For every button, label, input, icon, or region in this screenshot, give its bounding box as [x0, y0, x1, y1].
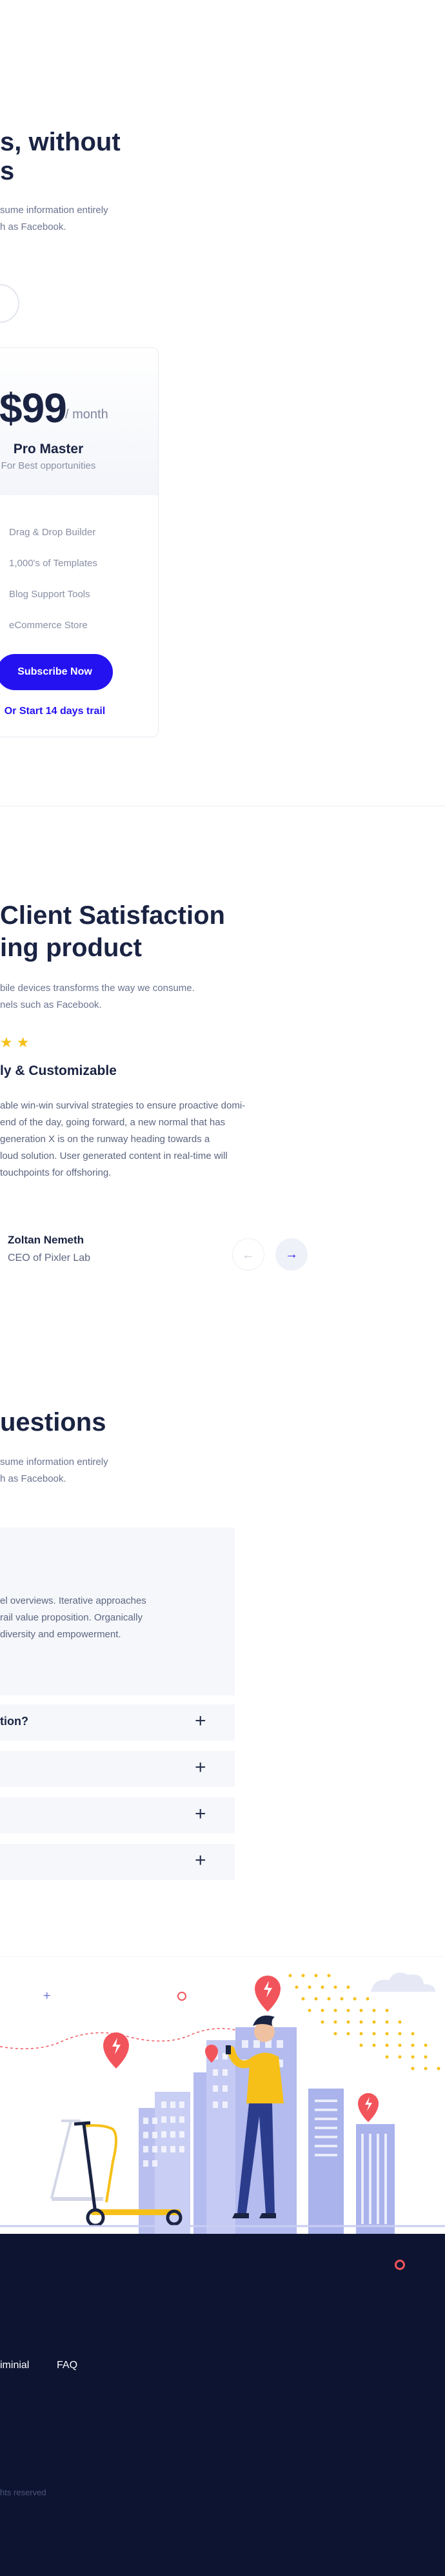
pricing-heading-line2: s	[0, 157, 15, 185]
copyright-text: hts reserved	[0, 2488, 46, 2497]
author-role: CEO of Pixler Lab	[8, 1252, 91, 1263]
faq-item[interactable]: +	[0, 1844, 235, 1880]
footer-link[interactable]: iminial	[0, 2360, 29, 2371]
faq-item[interactable]: +	[0, 1751, 235, 1787]
plan-price: $99	[0, 385, 67, 431]
start-trial-link[interactable]: Or Start 14 days trail	[0, 706, 113, 717]
pricing-subtitle-line2: h as Facebook.	[0, 221, 66, 232]
faq-open-answer: el overviews. Iterative approaches rail …	[0, 1593, 193, 1643]
faq-answer-line: el overviews. Iterative approaches	[0, 1595, 146, 1606]
next-arrow-icon[interactable]: →	[275, 1238, 308, 1271]
testimonial-body-line: loud solution. User generated content in…	[0, 1150, 228, 1161]
plan-feature: Drag & Drop Builder	[9, 527, 96, 538]
ring-icon	[395, 2260, 405, 2270]
faq-question: tion?	[0, 1715, 28, 1728]
testimonial-body: able win-win survival strategies to ensu…	[0, 1098, 303, 1181]
faq-subtitle-line2: h as Facebook.	[0, 1473, 66, 1484]
footer: iminial FAQ hts reserved	[0, 2234, 445, 2576]
plan-feature: 1,000's of Templates	[9, 558, 97, 569]
faq-item[interactable]: +	[0, 1797, 235, 1834]
billing-toggle[interactable]	[0, 284, 19, 323]
plan-feature: eCommerce Store	[9, 620, 88, 631]
faq-heading: uestions	[0, 1408, 106, 1436]
testimonial-subtitle-line2: nels such as Facebook.	[0, 999, 102, 1010]
testimonial-body-line: generation X is on the runway heading to…	[0, 1134, 210, 1145]
pricing-heading-line1: s, without	[0, 128, 121, 156]
testimonial-subtitle-line1: bile devices transforms the way we consu…	[0, 983, 195, 994]
testimonial-body-line: touchpoints for offshoring.	[0, 1167, 112, 1178]
subscribe-button[interactable]: Subscribe Now	[0, 654, 113, 690]
plan-subtitle: For Best opportunities	[1, 460, 96, 471]
svg-text:+: +	[43, 1989, 51, 2001]
plus-icon[interactable]: +	[195, 1757, 206, 1778]
testimonial-body-line: end of the day, going forward, a new nor…	[0, 1117, 226, 1128]
footer-link-faq[interactable]: FAQ	[57, 2360, 77, 2371]
faq-subtitle-line1: sume information entirely	[0, 1457, 108, 1467]
author-name: Zoltan Nemeth	[8, 1234, 84, 1246]
faq-answer-line: rail value proposition. Organically	[0, 1612, 143, 1623]
pricing-subtitle-line1: sume information entirely	[0, 205, 108, 216]
pricing-section: s, without s sume information entirely h…	[0, 0, 445, 806]
plan-name: Pro Master	[13, 442, 84, 456]
plus-icon[interactable]: +	[195, 1711, 206, 1732]
plus-icon[interactable]: +	[195, 1850, 206, 1871]
rating-stars: ★★	[0, 1034, 34, 1050]
previous-arrow-icon[interactable]: ←	[232, 1238, 264, 1271]
testimonial-heading-line1: Client Satisfaction	[0, 901, 225, 930]
faq-answer-line: diversity and empowerment.	[0, 1629, 121, 1640]
pricing-card: $99 / month Pro Master For Best opportun…	[0, 347, 159, 737]
testimonial-heading-line2: ing product	[0, 934, 142, 962]
city-scooter-illustration: +	[0, 1956, 445, 2234]
testimonial-body-line: able win-win survival strategies to ensu…	[0, 1100, 246, 1111]
plan-feature: Blog Support Tools	[9, 589, 90, 600]
plan-period: / month	[65, 407, 108, 422]
faq-item[interactable]: tion? +	[0, 1704, 235, 1741]
testimonial-title: ly & Customizable	[0, 1063, 117, 1078]
plus-icon[interactable]: +	[195, 1804, 206, 1825]
